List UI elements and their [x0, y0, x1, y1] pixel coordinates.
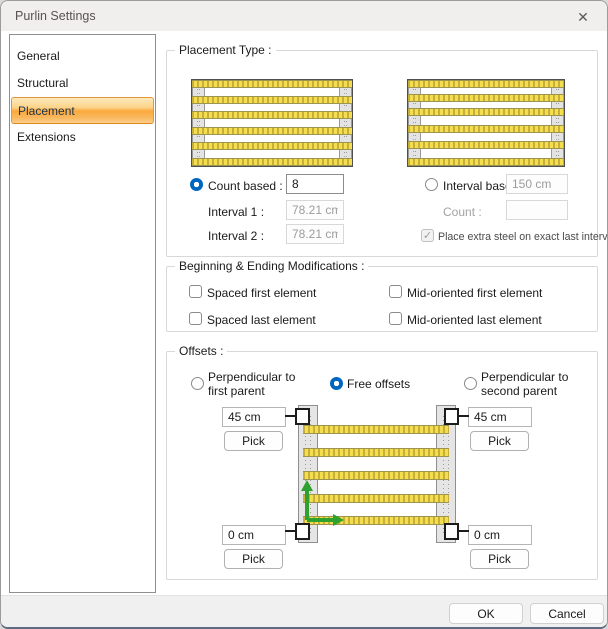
- dialog-footer: OK Cancel: [1, 595, 607, 627]
- mid-oriented-last-checkbox[interactable]: [389, 312, 402, 325]
- count-based-label: Count based :: [208, 179, 283, 193]
- sidebar-item-structural[interactable]: Structural: [11, 70, 154, 97]
- pick-bottom-right-button[interactable]: Pick: [470, 549, 529, 569]
- pick-top-left-button[interactable]: Pick: [224, 431, 283, 451]
- interval2-input: [286, 224, 344, 244]
- count-input: [506, 200, 568, 220]
- purlin-bar: [303, 425, 449, 434]
- axis-arrows-icon: [301, 480, 344, 526]
- offset-top-right-input[interactable]: [468, 407, 532, 427]
- perpendicular-first-radio[interactable]: [191, 377, 204, 390]
- modifications-group-title: Beginning & Ending Modifications :: [179, 259, 365, 273]
- perpendicular-second-radio[interactable]: [464, 377, 477, 390]
- dimension-tick: [285, 415, 295, 417]
- spaced-last-checkbox[interactable]: [189, 312, 202, 325]
- spaced-last-label: Spaced last element: [207, 313, 316, 327]
- offsets-preview-image: [277, 405, 477, 547]
- spaced-first-label: Spaced first element: [207, 286, 317, 300]
- interval-based-preview-image: [407, 79, 565, 167]
- spaced-first-checkbox[interactable]: [189, 285, 202, 298]
- offset-anchor-top-left: [295, 408, 310, 425]
- interval1-label: Interval 1 :: [208, 205, 265, 219]
- mid-oriented-first-checkbox[interactable]: [389, 285, 402, 298]
- count-based-radio[interactable]: [190, 178, 203, 191]
- title-bar: Purlin Settings ✕: [1, 1, 607, 31]
- cancel-button[interactable]: Cancel: [530, 603, 604, 624]
- purlin-settings-dialog: Purlin Settings ✕ General Structural Pla…: [0, 0, 608, 629]
- interval-based-radio[interactable]: [425, 178, 438, 191]
- count-label: Count :: [443, 205, 482, 219]
- purlin-bar: [303, 448, 449, 457]
- dimension-tick: [459, 415, 469, 417]
- free-offsets-radio[interactable]: [330, 377, 343, 390]
- free-offsets-label: Free offsets: [347, 377, 411, 391]
- placement-type-group-title: Placement Type :: [179, 43, 272, 57]
- mid-oriented-last-label: Mid-oriented last element: [407, 313, 542, 327]
- interval-based-input: [506, 174, 568, 194]
- ok-button[interactable]: OK: [449, 603, 523, 624]
- offset-bottom-right-input[interactable]: [468, 525, 532, 545]
- mid-oriented-first-label: Mid-oriented first element: [407, 286, 543, 300]
- offsets-group-title: Offsets :: [179, 344, 224, 358]
- count-based-input[interactable]: [286, 174, 344, 194]
- perpendicular-second-label: Perpendicular to second parent: [481, 370, 569, 398]
- dimension-tick: [459, 530, 469, 532]
- interval1-input: [286, 200, 344, 220]
- dimension-tick: [285, 530, 295, 532]
- pick-bottom-left-button[interactable]: Pick: [224, 549, 283, 569]
- interval2-label: Interval 2 :: [208, 229, 265, 243]
- offset-anchor-top-right: [444, 408, 459, 425]
- sidebar: General Structural Placement Extensions: [9, 34, 156, 593]
- perpendicular-first-label: Perpendicular to first parent: [208, 370, 296, 398]
- window-title: Purlin Settings: [15, 9, 96, 23]
- extra-steel-label: Place extra steel on exact last interval: [438, 231, 608, 243]
- sidebar-item-placement[interactable]: Placement: [11, 97, 154, 124]
- sidebar-item-general[interactable]: General: [11, 43, 154, 70]
- close-icon[interactable]: ✕: [573, 7, 593, 27]
- extra-steel-checkbox: ✓: [421, 229, 434, 242]
- offset-anchor-bottom-right: [444, 523, 459, 540]
- pick-top-right-button[interactable]: Pick: [470, 431, 529, 451]
- count-based-preview-image: [191, 79, 353, 167]
- sidebar-item-extensions[interactable]: Extensions: [11, 124, 154, 151]
